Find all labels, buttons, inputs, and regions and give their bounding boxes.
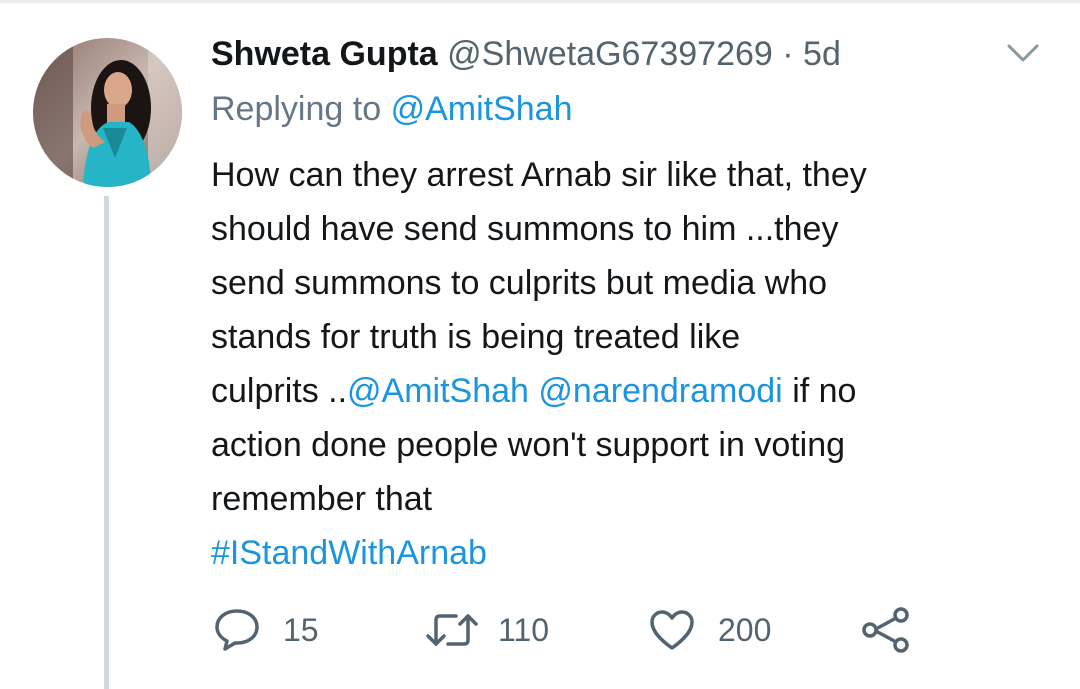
retweet-count: 110 <box>498 611 550 648</box>
chevron-down-icon[interactable] <box>1003 38 1043 66</box>
tweet-text-line: remember that <box>211 480 433 518</box>
tweet-text-line: should have send summons to him ...they <box>211 210 839 248</box>
mention-link[interactable]: @narendramodi <box>538 372 782 410</box>
mention-link[interactable]: @AmitShah <box>347 372 529 410</box>
tweet-header: Shweta Gupta @ShwetaG67397269 · 5d <box>211 34 841 74</box>
share-button[interactable] <box>860 603 912 657</box>
author-name[interactable]: Shweta Gupta <box>211 35 438 73</box>
tweet-text-line: send summons to culprits but media who <box>211 264 828 302</box>
replying-to-mention[interactable]: @AmitShah <box>391 90 573 128</box>
tweet-actions: 15 110 200 <box>0 603 1080 657</box>
avatar[interactable] <box>33 38 182 187</box>
replying-to-label: Replying to <box>211 90 382 128</box>
like-count: 200 <box>718 611 772 648</box>
separator-dot: · <box>782 35 794 73</box>
tweet-text-fragment: culprits .. <box>211 372 348 410</box>
divider <box>0 0 1080 3</box>
tweet-text-fragment: if no <box>792 372 857 410</box>
reply-count: 15 <box>283 611 319 648</box>
tweet-age[interactable]: 5d <box>803 35 841 73</box>
reply-button[interactable]: 15 <box>213 603 319 657</box>
like-button[interactable]: 200 <box>648 603 771 657</box>
tweet-body: How can they arrest Arnab sir like that,… <box>211 148 1041 580</box>
speech-bubble-icon <box>215 609 259 651</box>
retweet-button[interactable]: 110 <box>424 603 549 657</box>
avatar-image <box>33 38 182 187</box>
author-handle[interactable]: @ShwetaG67397269 <box>447 35 773 73</box>
hashtag-link[interactable]: #IStandWithArnab <box>211 526 1041 580</box>
tweet-text-line: How can they arrest Arnab sir like that,… <box>211 156 867 194</box>
share-icon <box>862 607 909 653</box>
tweet-text-line: action done people won't support in voti… <box>211 426 846 464</box>
replying-to: Replying to @AmitShah <box>211 89 572 129</box>
heart-icon <box>650 610 694 650</box>
retweet-icon <box>426 614 478 646</box>
tweet-text-line: stands for truth is being treated like <box>211 318 741 356</box>
tweet-text-line: culprits ..@AmitShah @narendramodi if no <box>211 364 1041 418</box>
tweet-card[interactable]: Shweta Gupta @ShwetaG67397269 · 5d Reply… <box>0 0 1080 689</box>
